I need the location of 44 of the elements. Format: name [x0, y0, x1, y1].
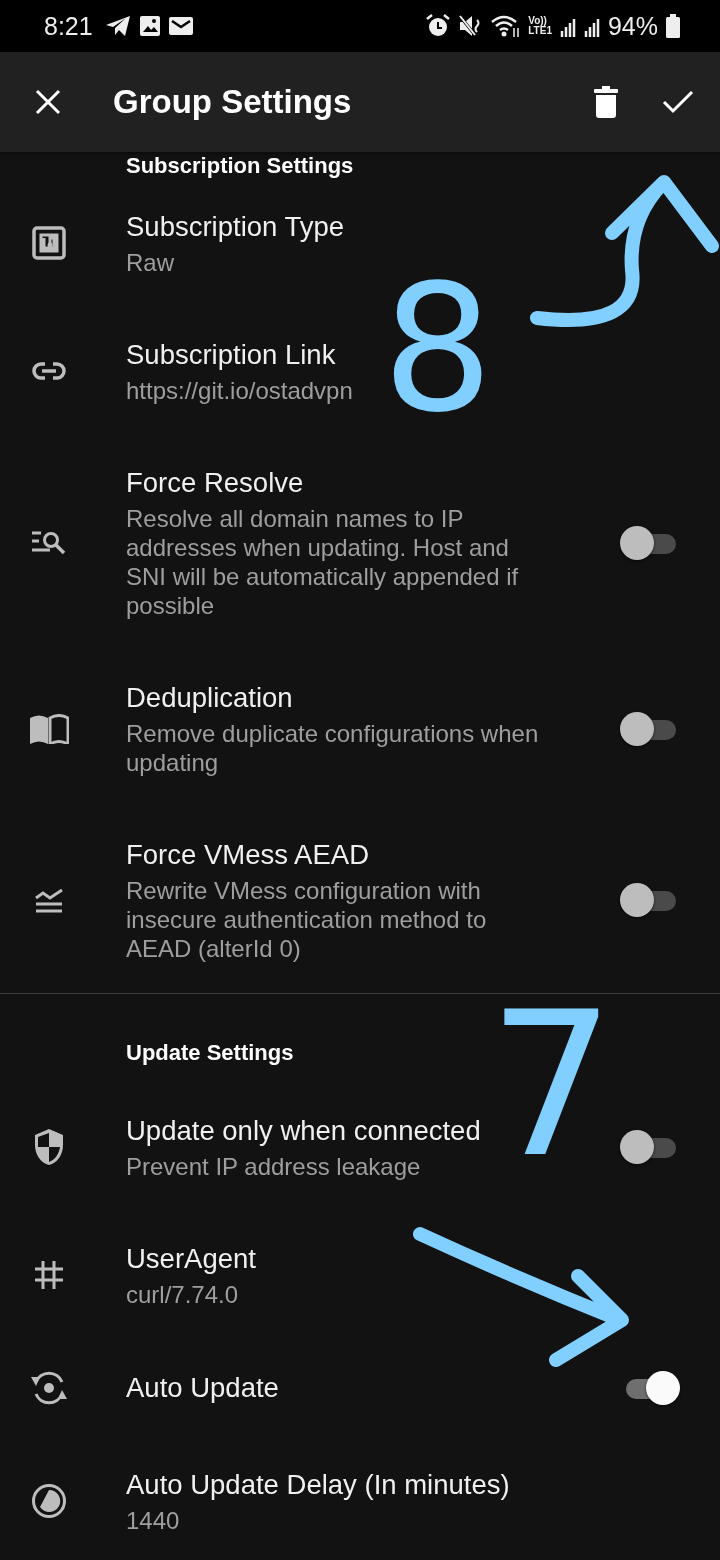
item-summary: 1440: [126, 1506, 181, 1535]
network-label: LTE1: [528, 26, 552, 36]
item-summary: Resolve all domain names to IP addresses when updating. Host and SNI will be automatically appended if possible: [126, 504, 520, 620]
battery-percent: 94%: [607, 11, 658, 41]
clock-time: 8:21: [44, 11, 93, 41]
send-icon: [104, 15, 131, 37]
sync-icon: [30, 1369, 68, 1407]
item-title: Force Resolve: [126, 466, 305, 500]
lines-chevron-icon: [34, 887, 64, 913]
item-title: Update only when connected: [126, 1114, 482, 1148]
battery-icon: [666, 14, 680, 38]
image-icon: [138, 15, 161, 37]
trash-icon: [594, 86, 618, 118]
handwritten-number: 7: [488, 985, 616, 1185]
item-summary: Raw: [126, 248, 175, 277]
link-icon: [31, 361, 67, 381]
shield-icon: [33, 1128, 65, 1166]
item-title: Auto Update: [126, 1371, 280, 1405]
section-header: Update Settings: [126, 1040, 294, 1065]
item-title: Subscription Type: [126, 210, 346, 244]
item-title: Subscription Link: [126, 338, 337, 372]
item-title: UserAgent: [126, 1242, 257, 1276]
item-title: Auto Update Delay (In minutes): [126, 1468, 511, 1502]
handwritten-number: 8: [382, 262, 494, 437]
wifi-icon: [490, 14, 521, 38]
list-search-icon: [31, 529, 67, 556]
item-summary: Prevent IP address leakage: [126, 1152, 422, 1181]
check-icon: [662, 90, 694, 114]
item-summary: Rewrite VMess configuration with insecure authentication method to AEAD (alterId 0): [126, 876, 488, 963]
section-header: Subscription Settings: [126, 153, 354, 178]
item-title: Force VMess AEAD: [126, 838, 370, 872]
item-summary: curl/7.74.0: [126, 1280, 240, 1309]
network-label: Vo)): [528, 16, 548, 26]
item-summary: Remove duplicate configurations when updating: [126, 719, 540, 777]
alarm-icon: [426, 14, 451, 38]
nfc-icon: [31, 225, 67, 261]
item-summary: https://git.io/ostadvpn: [126, 376, 354, 405]
close-icon: [35, 89, 61, 115]
mail-icon: [168, 16, 193, 36]
item-title: Deduplication: [126, 681, 294, 715]
clock-icon: [31, 1483, 67, 1519]
hash-icon: [34, 1260, 64, 1290]
book-icon: [29, 713, 69, 744]
screen-title: Group Settings: [113, 83, 352, 121]
